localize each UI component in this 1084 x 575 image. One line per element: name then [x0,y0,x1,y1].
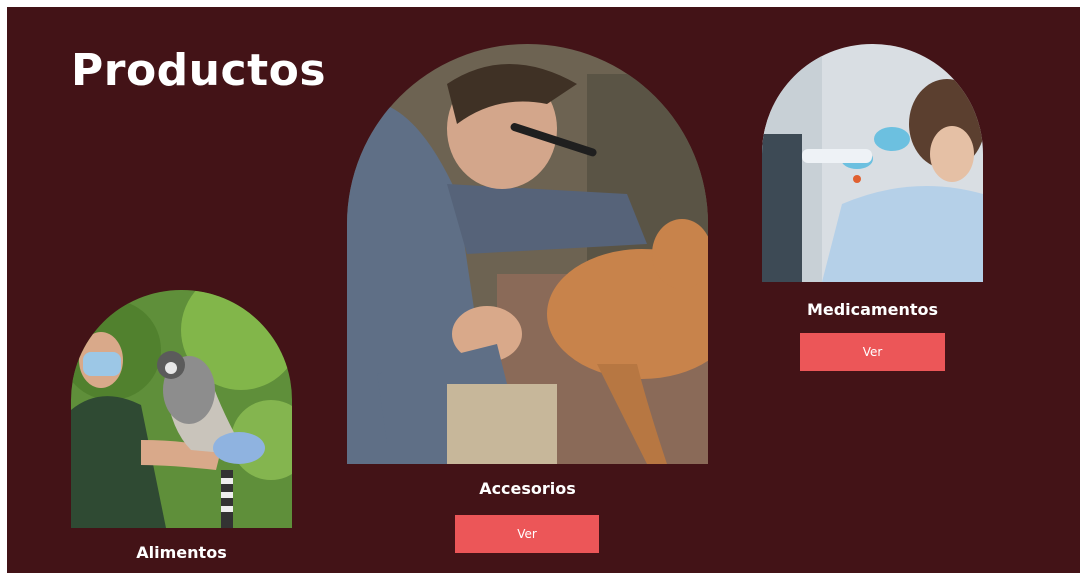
medicamentos-label: Medicamentos [806,300,939,319]
medicamentos-ver-button[interactable]: Ver [800,333,945,371]
accesorios-ver-button[interactable]: Ver [455,515,599,553]
accesorios-image [347,44,708,464]
medicamentos-image [762,44,983,282]
alimentos-image [71,290,292,528]
alimentos-label: Alimentos [136,543,227,562]
page-title: Productos [71,45,327,96]
accesorios-label: Accesorios [479,479,576,498]
products-section: Productos Alimentos Accesorios Ver Medic… [7,7,1080,573]
